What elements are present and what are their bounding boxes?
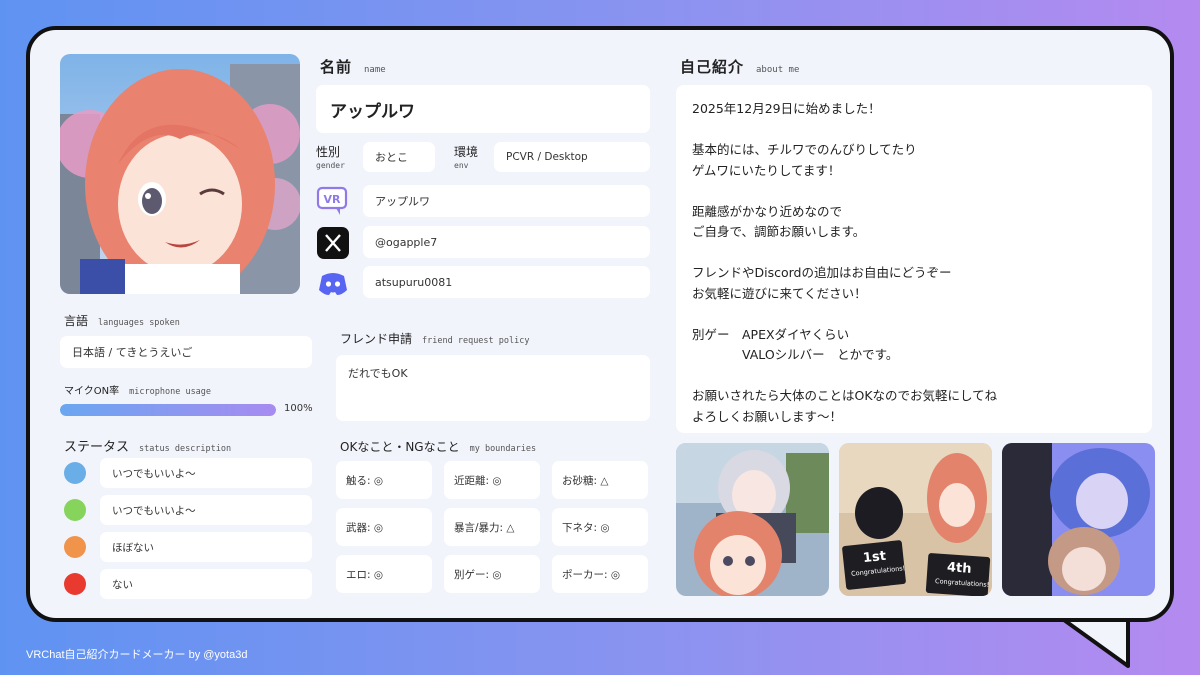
x-icon bbox=[317, 227, 349, 259]
name-value-box: アップルワ bbox=[316, 85, 650, 133]
avatar-illustration bbox=[60, 54, 300, 294]
boundary-item: 近距離: ◎ bbox=[444, 461, 540, 499]
mic-progress-fill bbox=[60, 404, 276, 416]
boundary-item: 暴言/暴力: △ bbox=[444, 508, 540, 546]
status-item: ほぼない bbox=[100, 532, 312, 562]
languages-value: 日本語 / てきとうえいご bbox=[72, 346, 193, 359]
gender-value: おとこ bbox=[375, 151, 408, 164]
boundaries-title: OKなこと・NGなこと bbox=[340, 440, 460, 454]
boundary-item: 触る: ◎ bbox=[336, 461, 432, 499]
mic-progress-track bbox=[60, 404, 276, 416]
languages-heading: 言語 languages spoken bbox=[64, 312, 180, 329]
name-sub: name bbox=[364, 65, 386, 75]
boundary-item: エロ: ◎ bbox=[336, 555, 432, 593]
mic-title: マイクON率 bbox=[64, 386, 120, 397]
friend-request-title: フレンド申請 bbox=[340, 332, 413, 346]
status-item-text: いつでもいいよ～ bbox=[112, 504, 196, 517]
discord-icon bbox=[319, 273, 347, 295]
rank-1-label: 1st bbox=[862, 548, 887, 567]
name-title: 名前 bbox=[320, 58, 353, 76]
gallery-photo-1 bbox=[676, 443, 829, 596]
boundary-item-text: 暴言/暴力: △ bbox=[454, 521, 515, 534]
boundary-item: 下ネタ: ◎ bbox=[552, 508, 648, 546]
friend-request-value: だれでもOK bbox=[348, 367, 408, 380]
boundary-item-text: ポーカー: ◎ bbox=[562, 568, 621, 581]
status-color-dot bbox=[64, 499, 86, 521]
friend-request-heading: フレンド申請 friend request policy bbox=[340, 330, 529, 347]
gender-value-box: おとこ bbox=[363, 142, 435, 172]
gallery-photo-1-art bbox=[676, 443, 829, 596]
gallery-photo-2: 1st Congratulations! 4th Congratulations… bbox=[839, 443, 992, 596]
status-color-dot bbox=[64, 536, 86, 558]
vrchat-account: アップルワ bbox=[375, 195, 430, 208]
gallery-photo-3-art bbox=[1002, 443, 1155, 596]
friend-request-sub: friend request policy bbox=[422, 336, 530, 346]
vrchat-account-box: アップルワ bbox=[363, 185, 650, 217]
boundary-item-text: 下ネタ: ◎ bbox=[562, 521, 610, 534]
boundary-item-text: エロ: ◎ bbox=[346, 568, 384, 581]
svg-text:VR: VR bbox=[324, 193, 342, 206]
status-item-text: ない bbox=[112, 578, 133, 591]
name-heading: 名前 name bbox=[320, 56, 386, 77]
env-title: 環境 bbox=[454, 145, 479, 159]
boundary-item: 別ゲー: ◎ bbox=[444, 555, 540, 593]
status-item-text: ほぼない bbox=[112, 541, 154, 554]
discord-account-box: atsupuru0081 bbox=[363, 266, 650, 298]
env-value: PCVR / Desktop bbox=[506, 151, 588, 163]
about-sub: about me bbox=[756, 65, 800, 75]
mic-percent: 100% bbox=[284, 403, 313, 414]
status-item: ない bbox=[100, 569, 312, 599]
gender-title: 性別 bbox=[316, 145, 341, 159]
boundaries-heading: OKなこと・NGなこと my boundaries bbox=[340, 438, 536, 455]
languages-title: 言語 bbox=[64, 314, 89, 328]
status-item: いつでもいいよ～ bbox=[100, 495, 312, 525]
about-heading: 自己紹介 about me bbox=[680, 56, 799, 77]
gallery-photo-3 bbox=[1002, 443, 1155, 596]
status-item-text: いつでもいいよ～ bbox=[112, 467, 196, 480]
gender-label: 性別 gender bbox=[316, 146, 345, 172]
status-color-dot bbox=[64, 462, 86, 484]
boundary-item: ポーカー: ◎ bbox=[552, 555, 648, 593]
env-value-box: PCVR / Desktop bbox=[494, 142, 650, 172]
status-color-dot bbox=[64, 573, 86, 595]
status-sub: status description bbox=[139, 444, 232, 454]
x-account-box: @ogapple7 bbox=[363, 226, 650, 258]
env-sub: env bbox=[454, 161, 469, 170]
languages-value-box: 日本語 / てきとうえいご bbox=[60, 336, 312, 368]
boundary-item: お砂糖: △ bbox=[552, 461, 648, 499]
footer-credit: VRChat自己紹介カードメーカー by @yota3d bbox=[26, 649, 248, 661]
friend-request-box: だれでもOK bbox=[336, 355, 650, 421]
boundary-item: 武器: ◎ bbox=[336, 508, 432, 546]
boundaries-sub: my boundaries bbox=[469, 444, 537, 454]
avatar bbox=[60, 54, 300, 294]
gender-sub: gender bbox=[316, 161, 345, 170]
name-value: アップルワ bbox=[330, 101, 415, 122]
env-label: 環境 env bbox=[454, 146, 478, 172]
mic-sub: microphone usage bbox=[129, 387, 212, 397]
status-title: ステータス bbox=[64, 440, 130, 455]
boundary-item-text: 近距離: ◎ bbox=[454, 474, 502, 487]
about-text: 2025年12月29日に始めました！ 基本的には、チルワでのんびりしてたり ゲム… bbox=[676, 85, 1152, 433]
boundary-item-text: 別ゲー: ◎ bbox=[454, 568, 502, 581]
boundary-item-text: お砂糖: △ bbox=[562, 474, 609, 487]
rank-2-label: 4th bbox=[946, 560, 973, 577]
about-title: 自己紹介 bbox=[680, 58, 745, 76]
x-account: @ogapple7 bbox=[375, 235, 438, 249]
languages-sub: languages spoken bbox=[98, 318, 180, 328]
boundary-item-text: 武器: ◎ bbox=[346, 521, 384, 534]
mic-heading: マイクON率 microphone usage bbox=[64, 382, 211, 397]
status-heading: ステータス status description bbox=[64, 436, 231, 455]
discord-account: atsupuru0081 bbox=[375, 275, 453, 289]
status-item: いつでもいいよ～ bbox=[100, 458, 312, 488]
boundary-item-text: 触る: ◎ bbox=[346, 474, 384, 487]
profile-card: 名前 name アップルワ 性別 gender おとこ 環境 env PCVR … bbox=[26, 26, 1174, 622]
vrchat-icon: VR bbox=[316, 186, 348, 215]
